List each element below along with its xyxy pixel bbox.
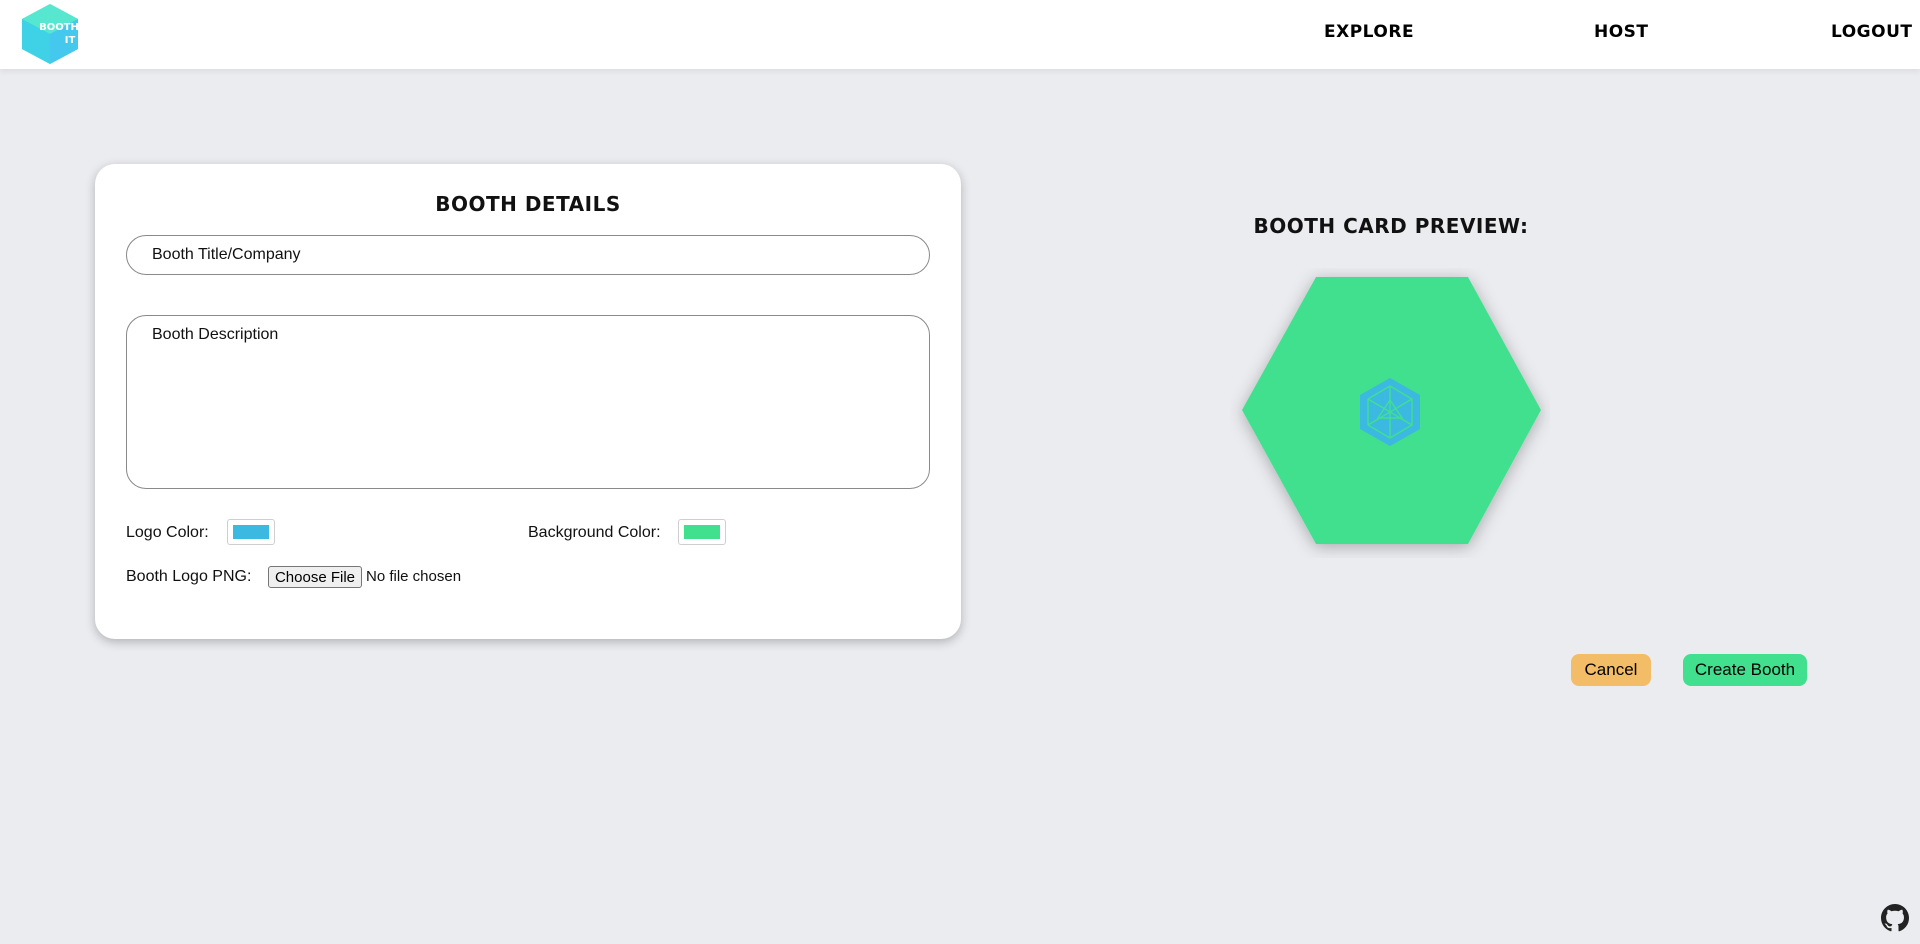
nav-explore[interactable]: EXPLORE <box>1324 22 1414 42</box>
nav-logout[interactable]: LOGOUT <box>1831 22 1912 42</box>
background-color-label: Background Color: <box>528 524 661 541</box>
logo-text-line2: IT <box>65 35 76 46</box>
logo-color-swatch <box>233 525 269 539</box>
nav-host[interactable]: HOST <box>1594 22 1649 42</box>
logo-text-line1: BOOTH <box>39 22 79 33</box>
github-icon[interactable] <box>1881 904 1909 932</box>
booth-title-input[interactable] <box>126 235 930 275</box>
booth-it-logo-icon[interactable]: BOOTH IT <box>18 3 82 65</box>
top-navbar: BOOTH IT EXPLORE HOST LOGOUT <box>0 0 1920 69</box>
cancel-button[interactable]: Cancel <box>1571 654 1651 686</box>
booth-card-preview-title: BOOTH CARD PREVIEW: <box>1253 214 1529 238</box>
background-color-picker[interactable] <box>678 519 726 545</box>
booth-logo-png-label: Booth Logo PNG: <box>126 568 252 585</box>
create-booth-button[interactable]: Create Booth <box>1683 654 1807 686</box>
choose-file-button[interactable]: Choose File <box>268 566 362 588</box>
booth-description-input[interactable] <box>126 315 930 489</box>
background-color-swatch <box>684 525 720 539</box>
booth-card-preview <box>1242 277 1541 544</box>
logo-color-label: Logo Color: <box>126 524 209 541</box>
logo-color-picker[interactable] <box>227 519 275 545</box>
booth-details-title: BOOTH DETAILS <box>435 192 621 216</box>
file-status-text: No file chosen <box>366 568 462 585</box>
